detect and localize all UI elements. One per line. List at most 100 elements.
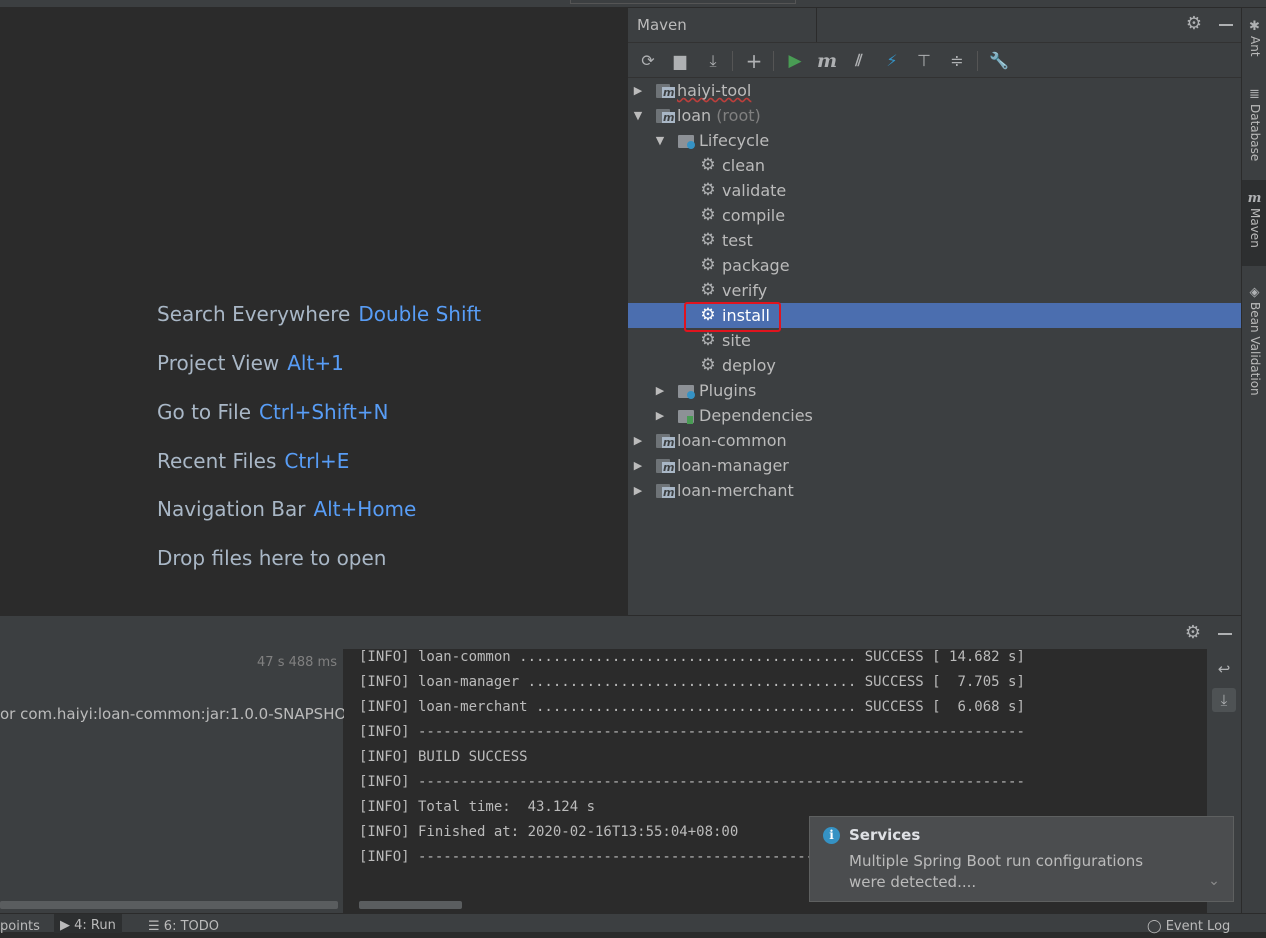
hint-navigation-bar: Navigation Bar Alt+Home [157, 497, 416, 521]
tree-label: clean [722, 156, 766, 175]
horizontal-scrollbar[interactable] [0, 901, 338, 909]
tab-bean-validation[interactable]: ◈ Bean Validation [1242, 284, 1266, 396]
tree-label: verify [722, 281, 768, 300]
tree-label: Lifecycle [699, 131, 770, 150]
expand-arrow-icon[interactable]: ▶ [632, 478, 644, 503]
maven-module-icon: m [656, 482, 676, 499]
editor-tab-fragment[interactable] [570, 0, 796, 4]
chevron-down-icon[interactable]: ⌄ [1206, 873, 1222, 889]
tab-label: Bean Validation [1248, 302, 1262, 396]
hint-action: Go to File [157, 400, 251, 424]
tree-label: deploy [722, 356, 776, 375]
tree-module-loan-common[interactable]: ▶ m loan-common [628, 428, 1242, 453]
install-highlight-box [684, 302, 781, 332]
execute-goal-icon[interactable]: m [816, 50, 838, 72]
hint-action: Project View [157, 351, 280, 375]
maven-icon: m [1247, 191, 1262, 206]
tree-goal-deploy[interactable]: ⚙ deploy [628, 353, 1242, 378]
header-divider [816, 8, 817, 42]
maven-module-icon: m [656, 107, 676, 124]
goal-gear-icon: ⚙ [700, 280, 716, 300]
collapse-arrow-icon[interactable]: ▼ [632, 103, 644, 128]
soft-wrap-icon[interactable]: ↩ [1212, 657, 1236, 681]
reimport-icon[interactable]: ⟳ [637, 50, 659, 72]
gear-icon[interactable]: ⚙ [1184, 14, 1204, 34]
tree-label: loan-merchant [677, 481, 794, 500]
tree-goal-compile[interactable]: ⚙ compile [628, 203, 1242, 228]
toggle-offline-icon[interactable]: ⫽ [848, 50, 870, 72]
lifecycle-folder-icon [678, 133, 696, 149]
tree-goal-validate[interactable]: ⚙ validate [628, 178, 1242, 203]
run-triangle-icon: ▶ [60, 918, 75, 933]
scroll-to-end-icon[interactable]: ⤓ [1212, 688, 1236, 712]
tree-label: test [722, 231, 753, 250]
tab-label: Maven [1248, 208, 1262, 248]
horizontal-scrollbar[interactable] [359, 901, 462, 909]
tree-label: loan-manager [677, 456, 789, 475]
tree-label: validate [722, 181, 787, 200]
tab-maven[interactable]: m Maven [1242, 180, 1266, 266]
expand-arrow-icon[interactable]: ▶ [632, 453, 644, 478]
collapse-all-icon[interactable]: ≑ [946, 50, 968, 72]
tree-goal-clean[interactable]: ⚙ clean [628, 153, 1242, 178]
hint-action: Search Everywhere [157, 302, 351, 326]
goal-gear-icon: ⚙ [700, 155, 716, 175]
download-icon[interactable]: ⤓ [702, 50, 724, 72]
run-artifact-label[interactable]: or com.haiyi:loan-common:jar:1.0.0-SNAPS… [0, 705, 344, 723]
tree-module-loan-merchant[interactable]: ▶ m loan-merchant [628, 478, 1242, 503]
run-icon[interactable]: ▶ [784, 50, 806, 72]
hint-shortcut: Ctrl+Shift+N [259, 400, 389, 424]
hint-drop-files: Drop files here to open [157, 546, 386, 570]
tab-label: 4: Run [74, 918, 116, 933]
add-icon[interactable]: + [743, 50, 765, 72]
notification-body[interactable]: Multiple Spring Boot run configurations … [849, 851, 1169, 893]
settings-wrench-icon[interactable]: 🔧 [988, 50, 1010, 72]
maven-toolbar: ⟳ ▆ ⤓ + ▶ m ⫽ ⚡ ⊤ ≑ 🔧 [628, 42, 1242, 78]
root-note: (root) [716, 106, 761, 125]
hint-shortcut: Alt+1 [287, 351, 344, 375]
tree-goal-test[interactable]: ⚙ test [628, 228, 1242, 253]
tree-label: Plugins [699, 381, 757, 400]
ant-icon: ✱ [1249, 19, 1260, 34]
tree-label: loan [677, 106, 712, 125]
console-line: [INFO] loan-merchant ...................… [359, 699, 1025, 715]
tab-run[interactable]: ▶ 4: Run [54, 914, 122, 933]
tree-module-loan-manager[interactable]: ▶ m loan-manager [628, 453, 1242, 478]
console-line: [INFO] loan-common .....................… [359, 649, 1025, 665]
minimize-icon[interactable] [1215, 623, 1235, 643]
maven-title: Maven [637, 16, 687, 34]
expand-arrow-icon[interactable]: ▶ [654, 378, 666, 403]
tree-goal-package[interactable]: ⚙ package [628, 253, 1242, 278]
skip-tests-icon[interactable]: ⚡ [881, 50, 903, 72]
tree-folder-lifecycle[interactable]: ▼ Lifecycle [628, 128, 1242, 153]
expand-arrow-icon[interactable]: ▶ [654, 403, 666, 428]
collapse-arrow-icon[interactable]: ▼ [654, 128, 666, 153]
elapsed-time: 47 s 488 ms [257, 655, 337, 670]
tree-label: Dependencies [699, 406, 813, 425]
tab-database[interactable]: ≣ Database [1242, 86, 1266, 161]
goal-gear-icon: ⚙ [700, 205, 716, 225]
tab-ant[interactable]: ✱ Ant [1242, 18, 1266, 57]
tree-folder-dependencies[interactable]: ▶ Dependencies [628, 403, 1242, 428]
expand-arrow-icon[interactable]: ▶ [632, 78, 644, 103]
console-line: [INFO] ---------------------------------… [359, 774, 1025, 790]
gear-icon[interactable]: ⚙ [1183, 623, 1203, 643]
generate-sources-icon[interactable]: ▆ [669, 50, 691, 72]
goal-gear-icon: ⚙ [700, 230, 716, 250]
bean-validation-icon: ◈ [1249, 285, 1260, 300]
hint-project-view: Project View Alt+1 [157, 351, 344, 375]
tree-module-loan-root[interactable]: ▼ m loan (root) [628, 103, 1242, 128]
expand-arrow-icon[interactable]: ▶ [632, 428, 644, 453]
toolbar-separator [977, 51, 978, 71]
maven-module-icon: m [656, 82, 676, 99]
hint-go-to-file: Go to File Ctrl+Shift+N [157, 400, 389, 424]
tree-goal-verify[interactable]: ⚙ verify [628, 278, 1242, 303]
minimize-icon[interactable] [1216, 14, 1236, 34]
notification-title: Services [849, 826, 921, 844]
services-notification[interactable]: i Services Multiple Spring Boot run conf… [809, 816, 1234, 902]
tree-module-haiyi-tool[interactable]: ▶ m haiyi-tool [628, 78, 1242, 103]
tree-folder-plugins[interactable]: ▶ Plugins [628, 378, 1242, 403]
tree-label: compile [722, 206, 786, 225]
show-dependencies-icon[interactable]: ⊤ [913, 50, 935, 72]
maven-module-icon: m [656, 432, 676, 449]
